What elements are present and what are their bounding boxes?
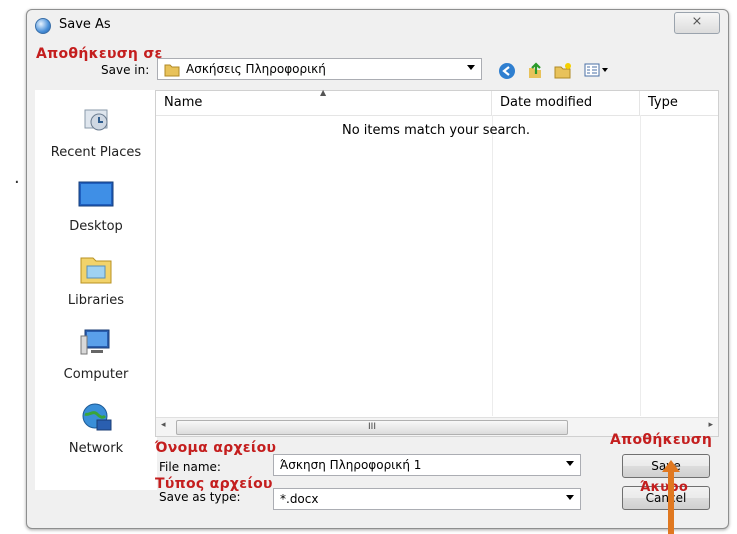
save-in-dropdown[interactable]: Ασκήσεις Πληροφορική (157, 58, 482, 80)
empty-message: No items match your search. (342, 123, 531, 138)
chevron-down-icon[interactable] (566, 461, 574, 466)
up-folder-button[interactable] (525, 62, 545, 82)
background-fragment-left: · (14, 172, 20, 193)
column-divider (640, 115, 641, 416)
libraries-icon (80, 257, 112, 284)
save-in-value: Ασκήσεις Πληροφορική (186, 62, 326, 76)
place-label: Recent Places (50, 145, 142, 160)
folder-icon (164, 64, 180, 77)
file-list[interactable]: Name Date modified Type ▲ No items match… (155, 88, 719, 437)
place-label: Desktop (69, 219, 123, 234)
annotation-file-name: Όνομα αρχείου (155, 440, 277, 456)
views-menu-button[interactable] (583, 62, 611, 82)
chevron-down-icon (566, 495, 574, 500)
close-button[interactable]: ⨯ (674, 12, 720, 34)
column-header-type[interactable]: Type (640, 91, 718, 115)
back-icon (499, 63, 515, 79)
annotation-save: Αποθήκευση (610, 432, 713, 448)
save-as-type-dropdown[interactable]: *.docx (273, 488, 581, 510)
scroll-left-icon[interactable]: ◂ (161, 420, 166, 430)
file-name-value: Άσκηση Πληροφορική 1 (280, 458, 422, 472)
computer-icon (80, 329, 110, 355)
chevron-down-icon (467, 65, 475, 70)
scroll-right-icon[interactable]: ▸ (708, 420, 713, 430)
place-label: Libraries (67, 293, 125, 308)
place-network[interactable]: Network (35, 400, 157, 456)
new-folder-button[interactable] (553, 62, 573, 82)
save-as-dialog: Save As ⨯ Save in: Ασκήσεις Πληροφορική (26, 9, 729, 529)
file-name-label: File name: (159, 460, 221, 474)
place-recent-places[interactable]: Recent Places (35, 104, 157, 160)
back-button[interactable] (497, 62, 517, 82)
pointer-arrow-icon (662, 460, 680, 534)
file-name-field[interactable]: Άσκηση Πληροφορική 1 (273, 454, 581, 476)
place-label: Computer (63, 367, 129, 382)
column-divider (492, 115, 493, 416)
place-computer[interactable]: Computer (35, 326, 157, 382)
save-in-label: Save in: (101, 63, 150, 77)
column-header-date-modified[interactable]: Date modified (492, 91, 640, 115)
annotation-cancel: Άκυρο (640, 480, 689, 495)
annotation-file-type: Τύπος αρχείου (155, 476, 273, 492)
list-header: Name Date modified Type ▲ (156, 88, 718, 116)
places-bar: Recent Places Desktop Libraries Computer… (35, 90, 157, 490)
title-bar: Save As ⨯ (27, 10, 728, 40)
views-menu-icon (584, 63, 608, 77)
sort-arrow-icon: ▲ (320, 88, 327, 97)
recent-places-icon (84, 109, 108, 131)
close-icon: ⨯ (691, 14, 703, 29)
up-folder-icon (529, 62, 541, 78)
network-icon (82, 403, 112, 431)
place-libraries[interactable]: Libraries (35, 252, 157, 308)
dialog-app-icon (35, 18, 51, 34)
desktop-icon (78, 181, 114, 207)
place-label: Network (68, 441, 124, 456)
scroll-thumb[interactable]: III (176, 420, 568, 435)
save-as-type-label: Save as type: (159, 490, 241, 504)
dialog-title: Save As (59, 17, 111, 32)
place-desktop[interactable]: Desktop (35, 178, 157, 234)
annotation-save-in: Αποθήκευση σε (36, 46, 163, 62)
save-as-type-value: *.docx (280, 492, 319, 506)
new-folder-icon (554, 63, 571, 79)
